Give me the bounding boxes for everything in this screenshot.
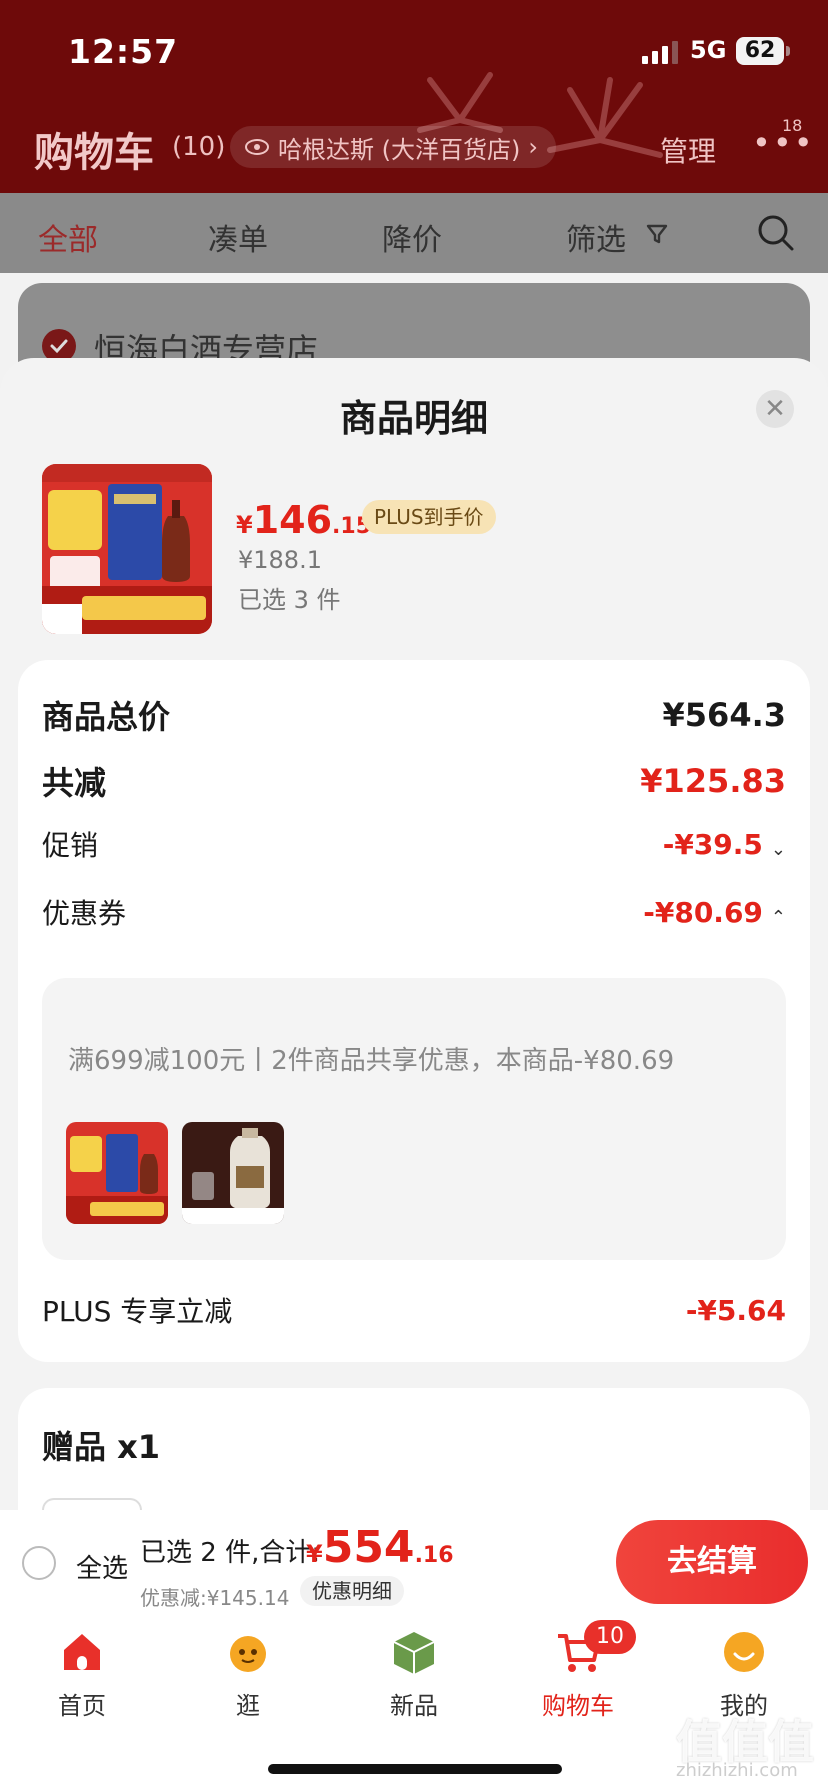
baijiu-thumb-image [66,1122,168,1224]
total-integer: 554 [322,1522,415,1573]
plus-discount-label: PLUS 专享立减 [42,1295,233,1328]
gift-title: 赠品 x1 [42,1428,161,1466]
selected-summary: 已选 2 件,合计: [140,1538,321,1568]
total-price-label: 商品总价 [42,698,171,736]
plus-price-tag: PLUS到手价 [362,500,496,534]
price-detail-card: 商品总价 ¥564.3 共减 ¥125.83 促销 -¥39.5 ⌄ 优惠券 -¥… [18,660,810,1362]
plus-discount-row: PLUS 专享立减 -¥5.64 [42,1290,786,1330]
tab-cart-label: 购物车 [542,1692,614,1720]
profile-icon [724,1632,764,1672]
tab-filter[interactable]: 筛选 [566,215,626,259]
chevron-down-icon: ⌄ [770,838,786,860]
baijiu-product-image [42,464,212,634]
total-amount: ¥554.16 [306,1522,454,1573]
coupon-value: -¥80.69 [643,895,763,929]
address-label: 哈根达斯 (大洋百货店) [278,135,521,164]
total-reduction-label: 共减 [42,764,107,802]
home-indicator [268,1764,562,1774]
battery-icon: 62 [736,37,784,65]
select-all-label[interactable]: 全选 [76,1548,128,1585]
liquor-jug-image [182,1122,284,1224]
checkout-bar: 全选 已选 2 件,合计: ¥554.16 优惠减:¥145.14 优惠明细 去… [0,1510,828,1614]
new-product-icon [393,1632,435,1674]
coupon-description: 满699减100元丨2件商品共享优惠，本商品-¥80.69 [68,1046,675,1076]
product-image [42,464,212,634]
cart-badge: 10 [584,1620,636,1654]
tab-price-drop[interactable]: 降价 [382,215,442,259]
address-selector[interactable]: 哈根达斯 (大洋百货店) › [230,126,556,168]
battery-tip [786,46,790,56]
product-price: ¥146.15 [236,498,371,542]
tab-stroll-label: 逛 [236,1692,260,1720]
product-detail-sheet: 商品明细 ✕ ¥146.15 PLUS到手价 ¥188.1 已选 3 件 商品总… [0,358,828,1518]
tab-new[interactable]: 新品 [354,1628,474,1721]
more-badge: 18 [782,116,803,135]
plus-discount-value: -¥5.64 [685,1293,786,1327]
coupon-product-thumb[interactable] [66,1122,168,1224]
promotion-row[interactable]: 促销 -¥39.5 ⌄ [42,824,786,864]
select-all-checkbox[interactable] [22,1546,56,1580]
total-decimal: .16 [414,1543,454,1568]
page-title: 购物车 [34,130,154,176]
watermark-url: zhizhizhi.com [676,1760,798,1781]
tab-cart[interactable]: 购物车 10 [518,1620,638,1721]
status-time: 12:57 [68,32,179,71]
sheet-title: 商品明细 [340,397,488,440]
chevron-up-icon: ⌃ [770,906,786,928]
total-symbol: ¥ [306,1540,323,1568]
price-integer: 146 [252,498,333,542]
total-price-value: ¥564.3 [662,696,786,734]
tab-stroll[interactable]: 逛 [188,1628,308,1721]
discount-text: 优惠减:¥145.14 [140,1586,290,1610]
cart-count: (10) [172,132,226,162]
promotion-value: -¥39.5 [662,827,763,861]
filter-bar: 全部 凑单 降价 筛选 [0,193,828,273]
promotion-label: 促销 [42,829,99,862]
tab-home[interactable]: 首页 [22,1628,142,1721]
checkout-button[interactable]: 去结算 [616,1520,808,1604]
search-icon[interactable] [756,213,796,253]
discount-detail-link[interactable]: 优惠明细 [300,1576,404,1606]
total-price-row: 商品总价 ¥564.3 [42,692,786,738]
close-button[interactable]: ✕ [756,390,794,428]
manage-button[interactable]: 管理 [660,130,716,170]
coupon-row[interactable]: 优惠券 -¥80.69 ⌃ [42,892,786,932]
eye-icon [245,139,269,155]
home-icon [64,1634,100,1670]
network-type: 5G [690,36,727,64]
coupon-product-thumb[interactable] [182,1122,284,1224]
coupon-detail-box: 满699减100元丨2件商品共享优惠，本商品-¥80.69 [42,978,786,1260]
filter-icon [646,224,668,244]
tab-bundle[interactable]: 凑单 [208,215,268,259]
coupon-label: 优惠券 [42,897,127,930]
tab-new-label: 新品 [390,1692,438,1720]
total-reduction-value: ¥125.83 [640,762,786,800]
tab-all[interactable]: 全部 [38,215,98,259]
stroll-icon [230,1636,266,1672]
close-icon: ✕ [764,394,786,424]
price-symbol: ¥ [236,511,253,539]
chevron-right-icon: › [528,133,538,161]
original-price: ¥188.1 [238,546,322,574]
selected-count: 已选 3 件 [238,586,341,614]
tab-home-label: 首页 [58,1692,106,1720]
status-bar: 12:57 5G 62 [0,0,828,100]
gift-card: 赠品 x1 [18,1388,810,1518]
total-reduction-row: 共减 ¥125.83 [42,758,786,804]
signal-icon [642,41,678,64]
cart-header: 购物车 (10) 哈根达斯 (大洋百货店) › 管理 ••• 18 [0,110,828,184]
